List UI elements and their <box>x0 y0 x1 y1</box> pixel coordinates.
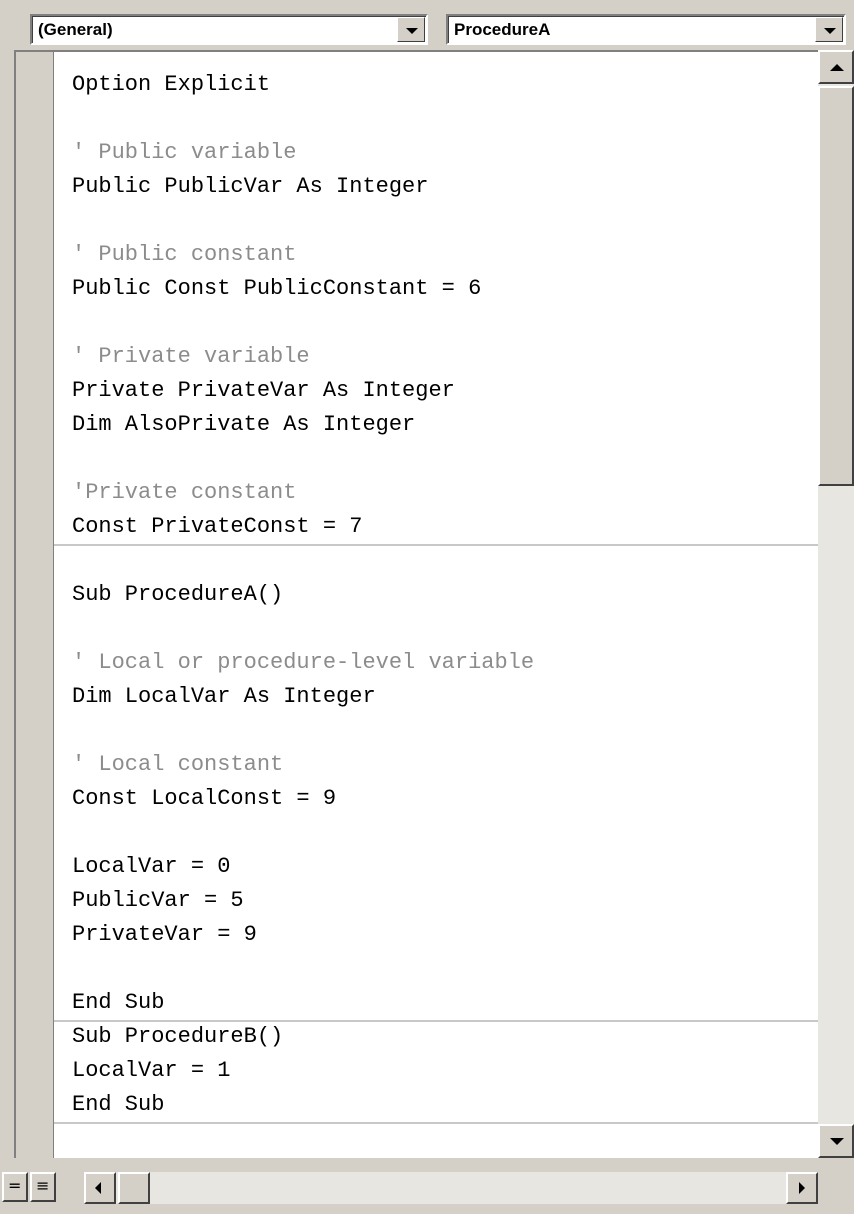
code-comment-line[interactable]: ' Local or procedure-level variable <box>72 646 818 680</box>
code-line[interactable]: Const LocalConst = 9 <box>72 782 818 816</box>
procedure-combo-dropdown-button[interactable] <box>815 17 843 42</box>
code-comment-line[interactable]: ' Public variable <box>72 136 818 170</box>
code-line[interactable]: End Sub <box>72 1088 818 1122</box>
procedure-separator <box>54 544 818 546</box>
code-line[interactable]: Const PrivateConst = 7 <box>72 510 818 544</box>
code-editor[interactable]: Option Explicit ' Public variable Public P… <box>14 50 818 1158</box>
horizontal-scroll-thumb[interactable] <box>118 1172 150 1204</box>
vertical-scroll-thumb[interactable] <box>818 86 854 486</box>
procedure-view-button[interactable]: = <box>2 1172 28 1202</box>
declarations-section: Option Explicit ' Public variable Public P… <box>72 68 818 544</box>
full-module-view-button[interactable]: ≡ <box>30 1172 56 1202</box>
code-line[interactable]: Sub ProcedureB() <box>72 1020 818 1054</box>
object-combo[interactable]: (General) <box>30 14 428 45</box>
code-line[interactable] <box>72 102 818 136</box>
code-line[interactable]: PublicVar = 5 <box>72 884 818 918</box>
full-module-view-icon: ≡ <box>36 1176 50 1195</box>
code-line[interactable] <box>72 816 818 850</box>
scroll-down-button[interactable] <box>818 1124 854 1158</box>
scroll-left-button[interactable] <box>84 1172 116 1204</box>
code-line[interactable]: LocalVar = 0 <box>72 850 818 884</box>
code-line[interactable]: End Sub <box>72 986 818 1020</box>
arrow-right-icon <box>799 1182 805 1194</box>
code-line[interactable] <box>72 952 818 986</box>
scroll-up-button[interactable] <box>818 50 854 84</box>
code-text[interactable]: Option Explicit ' Public variable Public P… <box>72 68 818 1122</box>
code-comment-line[interactable]: ' Private variable <box>72 340 818 374</box>
code-line[interactable] <box>72 612 818 646</box>
code-line[interactable] <box>72 442 818 476</box>
arrow-left-icon <box>95 1182 101 1194</box>
code-line[interactable]: Dim LocalVar As Integer <box>72 680 818 714</box>
code-line[interactable] <box>72 204 818 238</box>
scroll-right-button[interactable] <box>786 1172 818 1204</box>
object-combo-value: (General) <box>38 20 113 39</box>
arrow-up-icon <box>830 64 844 71</box>
code-line[interactable]: Option Explicit <box>72 68 818 102</box>
vertical-scrollbar[interactable] <box>818 50 854 1158</box>
code-line[interactable] <box>72 306 818 340</box>
code-line[interactable]: Sub ProcedureA() <box>72 578 818 612</box>
arrow-down-icon <box>830 1138 844 1145</box>
code-comment-line[interactable]: ' Local constant <box>72 748 818 782</box>
code-line[interactable]: Private PrivateVar As Integer <box>72 374 818 408</box>
code-line[interactable]: Public PublicVar As Integer <box>72 170 818 204</box>
vba-code-window: (General) ProcedureA Option Explicit ' Pu… <box>0 0 854 1214</box>
code-line[interactable]: LocalVar = 1 <box>72 1054 818 1088</box>
procedure-view-icon: = <box>8 1176 22 1195</box>
horizontal-scrollbar[interactable] <box>84 1172 818 1204</box>
code-comment-line[interactable]: 'Private constant <box>72 476 818 510</box>
procedure-b-section: Sub ProcedureB() LocalVar = 1 End Sub <box>72 1020 818 1122</box>
procedure-a-section: Sub ProcedureA() ' Local or procedure-lev… <box>72 544 818 1020</box>
chevron-down-icon <box>824 28 836 34</box>
object-combo-dropdown-button[interactable] <box>397 17 425 42</box>
code-line[interactable] <box>72 544 818 578</box>
code-line[interactable]: Dim AlsoPrivate As Integer <box>72 408 818 442</box>
code-window-toolbar: (General) ProcedureA <box>0 0 854 46</box>
code-line[interactable]: Public Const PublicConstant = 6 <box>72 272 818 306</box>
chevron-down-icon <box>406 28 418 34</box>
procedure-separator <box>54 1020 818 1022</box>
code-line[interactable] <box>72 714 818 748</box>
code-window-statusbar: = ≡ <box>0 1158 854 1214</box>
margin-indicator-bar[interactable] <box>16 52 54 1158</box>
procedure-combo-value: ProcedureA <box>454 20 551 39</box>
procedure-separator <box>54 1122 818 1124</box>
code-line[interactable]: PrivateVar = 9 <box>72 918 818 952</box>
procedure-combo[interactable]: ProcedureA <box>446 14 846 45</box>
code-comment-line[interactable]: ' Public constant <box>72 238 818 272</box>
